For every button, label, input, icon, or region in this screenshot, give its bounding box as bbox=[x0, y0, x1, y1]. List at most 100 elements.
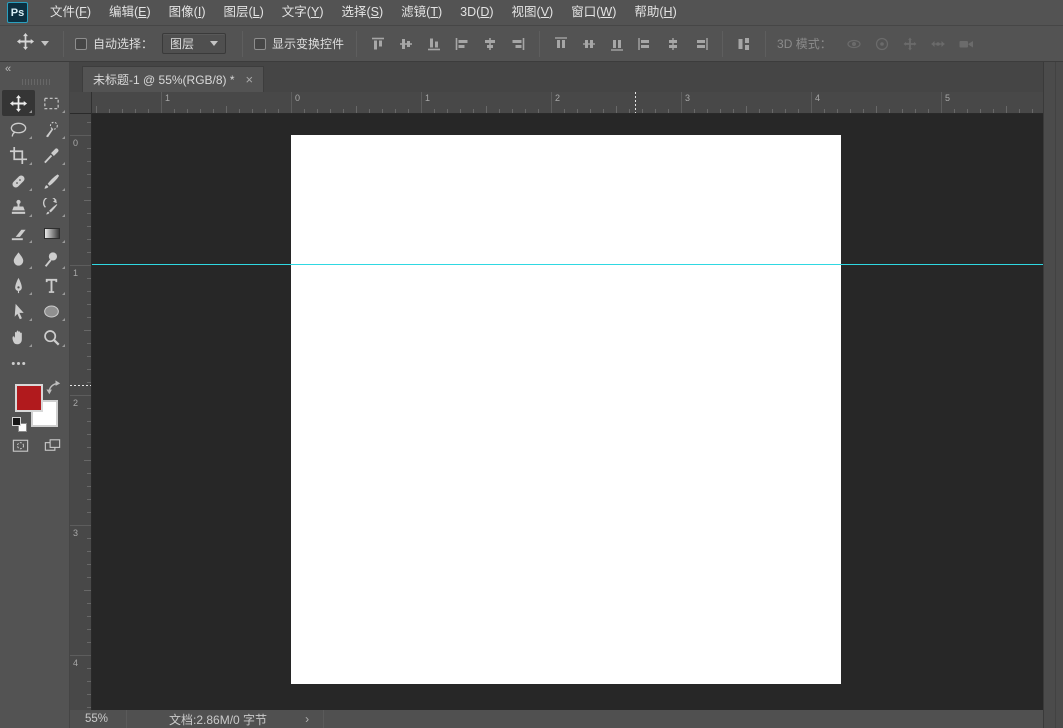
align-bottom-edges-button[interactable] bbox=[421, 32, 447, 56]
menu-item-text: S bbox=[371, 5, 379, 19]
pasteboard bbox=[92, 114, 1043, 710]
menu-item-3[interactable]: 图层(L) bbox=[215, 0, 273, 25]
foreground-color-swatch[interactable] bbox=[15, 384, 43, 412]
horizontal-type-tool[interactable] bbox=[35, 272, 68, 298]
horizontal-guide[interactable] bbox=[92, 264, 1043, 265]
zoom-level-field[interactable]: 55% bbox=[70, 713, 126, 725]
document-tab-title: 未标题-1 @ 55%(RGB/8) * bbox=[93, 71, 235, 88]
show-transform-controls-checkbox[interactable] bbox=[254, 38, 266, 50]
menu-item-text: 图层( bbox=[224, 5, 253, 19]
eyedropper-tool[interactable] bbox=[35, 142, 68, 168]
ruler-tick bbox=[87, 174, 91, 175]
ruler-tick bbox=[408, 109, 409, 113]
ruler-tick bbox=[993, 109, 994, 113]
3d-mode-buttons-group bbox=[840, 32, 980, 56]
menu-item-8[interactable]: 视图(V) bbox=[503, 0, 563, 25]
path-selection-tool[interactable] bbox=[2, 298, 35, 324]
history-brush-icon bbox=[42, 198, 61, 217]
menu-item-0[interactable]: 文件(F) bbox=[41, 0, 100, 25]
ruler-tick bbox=[87, 564, 91, 565]
status-expand-chevron-icon[interactable]: › bbox=[305, 712, 309, 726]
divider bbox=[539, 31, 540, 57]
collapse-panel-button[interactable]: « bbox=[5, 63, 10, 75]
distribute-top-edges-button[interactable] bbox=[548, 32, 574, 56]
3d-scale-camera-button bbox=[953, 32, 979, 56]
distribute-vertical-centers-button[interactable] bbox=[576, 32, 602, 56]
auto-align-layers-button[interactable] bbox=[731, 32, 757, 56]
ruler-tick bbox=[655, 109, 656, 113]
auto-select-checkbox[interactable] bbox=[75, 38, 87, 50]
distribute-horizontal-centers-button[interactable] bbox=[660, 32, 686, 56]
align-left-edges-button[interactable] bbox=[449, 32, 475, 56]
default-colors-icon[interactable] bbox=[12, 417, 28, 433]
ruler-number: 1 bbox=[425, 93, 430, 103]
ruler-tick bbox=[161, 92, 162, 113]
move-tool[interactable] bbox=[2, 90, 35, 116]
menu-item-4[interactable]: 文字(Y) bbox=[273, 0, 333, 25]
rectangular-marquee-tool[interactable] bbox=[35, 90, 68, 116]
show-transform-controls-label: 显示变换控件 bbox=[272, 35, 344, 52]
brush-tool[interactable] bbox=[35, 168, 68, 194]
screen-mode-button[interactable] bbox=[39, 434, 65, 456]
quick-selection-tool[interactable] bbox=[35, 116, 68, 142]
pen-tool[interactable] bbox=[2, 272, 35, 298]
dodge-tool[interactable] bbox=[35, 246, 68, 272]
distribute-bottom-edges-button[interactable] bbox=[604, 32, 630, 56]
crop-tool[interactable] bbox=[2, 142, 35, 168]
ruler-origin-corner[interactable] bbox=[70, 92, 92, 114]
ruler-tick bbox=[87, 629, 91, 630]
auto-select-label: 自动选择： bbox=[93, 35, 153, 52]
dock-seam bbox=[1055, 62, 1056, 728]
close-icon[interactable]: × bbox=[246, 73, 254, 86]
align-right-edges-button[interactable] bbox=[505, 32, 531, 56]
menu-item-text: 文件( bbox=[50, 5, 79, 19]
menu-item-text: T bbox=[430, 5, 438, 19]
distribute-buttons-group bbox=[547, 32, 715, 56]
blur-tool[interactable] bbox=[2, 246, 35, 272]
menu-item-10[interactable]: 帮助(H) bbox=[625, 0, 685, 25]
menu-item-1[interactable]: 编辑(E) bbox=[100, 0, 160, 25]
ruler-tick bbox=[87, 421, 91, 422]
document-tab[interactable]: 未标题-1 @ 55%(RGB/8) * × bbox=[82, 66, 264, 92]
menu-item-5[interactable]: 选择(S) bbox=[332, 0, 392, 25]
eraser-tool[interactable] bbox=[2, 220, 35, 246]
distribute-right-edges-button[interactable] bbox=[688, 32, 714, 56]
align-vertical-centers-button[interactable] bbox=[393, 32, 419, 56]
horizontal-ruler[interactable]: 1012345 bbox=[92, 92, 1043, 114]
quick-mask-mode-button[interactable] bbox=[7, 434, 33, 456]
lasso-tool[interactable] bbox=[2, 116, 35, 142]
tool-preset-picker[interactable] bbox=[16, 32, 49, 56]
menu-item-text: 3D( bbox=[460, 5, 480, 19]
clone-stamp-tool[interactable] bbox=[2, 194, 35, 220]
hand-tool[interactable] bbox=[2, 324, 35, 350]
history-brush-tool[interactable] bbox=[35, 194, 68, 220]
align-horizontal-centers-button[interactable] bbox=[477, 32, 503, 56]
stamp-icon bbox=[9, 198, 28, 217]
ruler-tick bbox=[941, 92, 942, 113]
gradient-tool[interactable] bbox=[35, 220, 68, 246]
ruler-tick bbox=[278, 109, 279, 113]
ruler-tick bbox=[616, 106, 617, 113]
ruler-tick bbox=[70, 525, 91, 526]
ruler-tick bbox=[720, 109, 721, 113]
menu-item-2[interactable]: 图像(I) bbox=[160, 0, 215, 25]
auto-select-target-dropdown[interactable]: 图层 bbox=[162, 33, 226, 54]
ruler-tick bbox=[304, 109, 305, 113]
vertical-ruler[interactable]: 01234 bbox=[70, 114, 92, 710]
menu-item-6[interactable]: 滤镜(T) bbox=[392, 0, 451, 25]
zoom-tool[interactable] bbox=[35, 324, 68, 350]
ruler-tick bbox=[356, 106, 357, 113]
menu-item-text: ) bbox=[201, 5, 205, 19]
spot-healing-brush-tool[interactable] bbox=[2, 168, 35, 194]
ruler-tick bbox=[87, 382, 91, 383]
align-top-edges-button[interactable] bbox=[365, 32, 391, 56]
menu-item-9[interactable]: 窗口(W) bbox=[562, 0, 625, 25]
menu-item-7[interactable]: 3D(D) bbox=[451, 0, 502, 25]
ruler-tick bbox=[87, 304, 91, 305]
document-canvas[interactable] bbox=[291, 135, 841, 684]
ellipse-tool[interactable] bbox=[35, 298, 68, 324]
distribute-left-edges-button[interactable] bbox=[632, 32, 658, 56]
panel-grip[interactable] bbox=[22, 79, 50, 85]
3d-rotate-button bbox=[841, 32, 867, 56]
edit-toolbar-button[interactable] bbox=[2, 350, 35, 376]
